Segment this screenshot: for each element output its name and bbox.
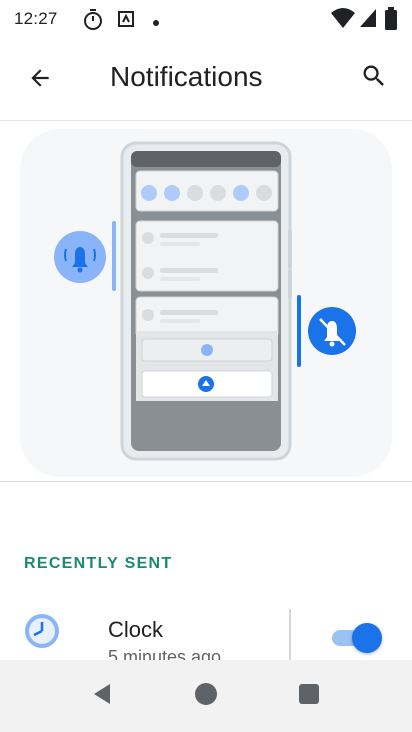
clock-icon bbox=[22, 611, 62, 651]
arrow-left-icon bbox=[27, 65, 53, 96]
recently-sent-header: RECENTLY SENT bbox=[24, 555, 173, 572]
stopwatch-icon bbox=[82, 7, 104, 36]
app-bar: Notifications bbox=[0, 38, 412, 121]
app-last-sent-time: 5 minutes ago bbox=[108, 647, 222, 661]
nav-back-button[interactable] bbox=[85, 678, 121, 714]
settings-content[interactable]: RECENTLY SENT Clock 5 minutes ago bbox=[0, 121, 412, 661]
toggle-thumb bbox=[352, 623, 382, 653]
back-triangle-icon bbox=[90, 681, 116, 712]
search-icon bbox=[360, 62, 388, 95]
signal-icon bbox=[358, 7, 378, 34]
home-circle-icon bbox=[193, 681, 219, 712]
wifi-icon bbox=[330, 7, 356, 34]
notifications-illustration bbox=[0, 121, 412, 483]
nav-recents-button[interactable] bbox=[291, 678, 327, 714]
bell-off-icon bbox=[308, 307, 356, 355]
status-bar: 12:27 bbox=[0, 0, 412, 38]
gamepad-icon bbox=[114, 7, 138, 36]
bell-ringing-icon bbox=[54, 231, 106, 283]
dot-icon bbox=[152, 14, 160, 32]
system-nav-bar bbox=[0, 660, 412, 732]
battery-icon bbox=[384, 7, 398, 36]
app-row-clock[interactable]: Clock 5 minutes ago bbox=[0, 605, 412, 661]
row-divider bbox=[289, 609, 291, 661]
recents-square-icon bbox=[297, 682, 321, 711]
nav-home-button[interactable] bbox=[188, 678, 224, 714]
section-divider bbox=[0, 481, 412, 482]
back-button[interactable] bbox=[18, 58, 62, 102]
search-button[interactable] bbox=[352, 56, 396, 100]
clock-notifications-toggle[interactable] bbox=[330, 621, 386, 655]
app-name: Clock bbox=[108, 617, 164, 642]
page-title: Notifications bbox=[110, 61, 263, 92]
status-time: 12:27 bbox=[14, 9, 58, 28]
